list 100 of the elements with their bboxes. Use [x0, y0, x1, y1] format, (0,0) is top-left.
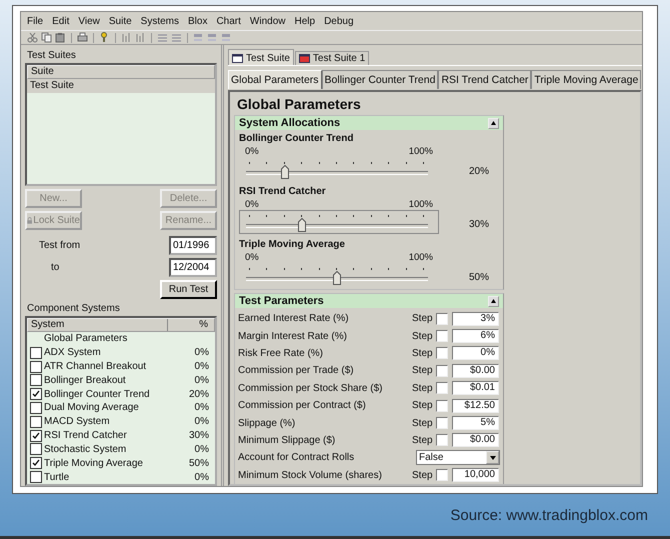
percent-value: 0% [194, 402, 210, 414]
system-name[interactable]: Bollinger Counter Trend [44, 388, 179, 400]
step-checkbox[interactable] [436, 364, 448, 377]
slider-thumb[interactable] [333, 271, 341, 285]
value-field[interactable]: 10,000 [452, 468, 499, 482]
checkbox[interactable] [30, 430, 42, 442]
date-field[interactable]: 12/2004 [169, 258, 217, 277]
system-name[interactable]: ADX System [44, 347, 179, 358]
lines-icon[interactable] [157, 32, 168, 43]
step-checkbox[interactable] [436, 434, 448, 446]
parameter-tab[interactable]: Global Parameters [228, 70, 322, 89]
collapse-button[interactable] [488, 118, 499, 128]
step-checkbox[interactable] [436, 347, 448, 360]
system-name[interactable]: Bollinger Breakout [44, 374, 179, 386]
dropdown-arrow-icon [490, 456, 496, 460]
menu-item[interactable]: Blox [188, 16, 208, 26]
system-name[interactable]: MACD System [44, 416, 179, 428]
slider-value: 30% [468, 219, 490, 232]
slider-label: Bollinger Counter Trend [239, 133, 354, 144]
value-field[interactable]: 6% [452, 329, 499, 344]
run-test-button[interactable]: Run Test [160, 280, 217, 299]
menu-item[interactable]: View [78, 16, 100, 26]
step-checkbox[interactable] [436, 469, 448, 482]
column-header[interactable]: % [168, 319, 214, 331]
step-checkbox[interactable] [436, 400, 448, 412]
page-title: Global Parameters [236, 96, 362, 112]
list-item[interactable]: Global Parameters [30, 333, 215, 344]
step-checkbox[interactable] [436, 417, 448, 430]
value-field[interactable]: $0.01 [452, 381, 499, 396]
document-tab[interactable]: Test Suite 1 [294, 51, 370, 65]
menu-item[interactable]: Chart [216, 16, 241, 26]
lines-icon[interactable] [171, 32, 182, 43]
checkbox[interactable] [30, 388, 42, 400]
slider[interactable] [239, 210, 439, 234]
value-field[interactable]: $12.50 [452, 398, 499, 413]
collapse-button[interactable] [488, 296, 499, 306]
document-tab[interactable]: Test Suite [228, 49, 294, 65]
list-item[interactable]: Test Suite [27, 79, 215, 93]
system-name[interactable]: RSI Trend Catcher [44, 430, 179, 442]
date-field[interactable]: 01/1996 [169, 236, 217, 255]
checkbox[interactable] [30, 416, 42, 428]
menu-item[interactable]: Edit [52, 16, 70, 26]
menu-item[interactable]: Window [250, 16, 286, 26]
slider-value: 20% [468, 166, 490, 179]
bars-icon[interactable] [121, 32, 132, 43]
menu-item[interactable]: Debug [324, 16, 354, 26]
checkbox[interactable] [30, 443, 42, 456]
dropdown[interactable]: False [416, 450, 500, 466]
parameter-tab[interactable]: Triple Moving Average [531, 70, 642, 89]
menu-item[interactable]: Help [294, 16, 316, 26]
menu-item[interactable]: Suite [108, 16, 132, 26]
system-name[interactable]: Turtle [44, 472, 179, 483]
step-label: Step [412, 434, 434, 446]
checkbox[interactable] [30, 346, 42, 359]
checkbox[interactable] [30, 360, 42, 373]
column-header[interactable]: Suite [27, 65, 215, 79]
slider-thumb[interactable] [280, 165, 289, 179]
step-checkbox[interactable] [436, 312, 448, 325]
system-name[interactable]: Triple Moving Average [44, 458, 179, 469]
bars-icon[interactable] [135, 32, 146, 43]
checkbox[interactable] [30, 457, 42, 470]
value-field[interactable]: $0.00 [452, 433, 499, 448]
value-field[interactable]: $0.00 [452, 364, 499, 378]
step-checkbox[interactable] [436, 330, 448, 342]
parameter-label: Margin Interest Rate (%) [238, 330, 348, 342]
percent-value: 0% [194, 347, 210, 358]
parameter-label: Commission per Stock Share ($) [238, 382, 384, 394]
window-icon [232, 54, 243, 63]
field-label: Test from [39, 240, 80, 251]
step-label: Step [412, 470, 434, 481]
step-label: Step [412, 313, 434, 324]
parameter-label: Slippage (%) [238, 418, 296, 429]
checkbox[interactable] [30, 402, 42, 414]
value-field[interactable]: 5% [452, 416, 499, 430]
slider-label: RSI Trend Catcher [239, 186, 327, 197]
scale-label: 100% [408, 252, 433, 263]
parameter-tab[interactable]: Bollinger Counter Trend [322, 70, 438, 89]
cut-icon[interactable] [27, 32, 38, 43]
percent-value: 50% [188, 458, 210, 469]
system-name[interactable]: Stochastic System [44, 444, 179, 455]
system-name[interactable]: ATR Channel Breakout [44, 361, 179, 372]
menu-item[interactable]: Systems [140, 16, 179, 26]
column-header[interactable]: System [28, 319, 168, 331]
paste-icon[interactable] [55, 32, 66, 43]
panel-label: Component Systems [26, 302, 121, 316]
value-field[interactable]: 3% [452, 312, 499, 326]
checkbox[interactable] [30, 374, 42, 386]
window-icon [298, 54, 310, 63]
step-checkbox[interactable] [436, 382, 448, 394]
checkbox[interactable] [30, 471, 42, 484]
printer-icon[interactable] [77, 32, 88, 43]
value-field[interactable]: 0% [452, 346, 499, 360]
slider-thumb[interactable] [298, 218, 306, 232]
step-label: Step [412, 348, 434, 359]
section-title: Test Parameters [239, 295, 324, 307]
system-name[interactable]: Dual Moving Average [44, 402, 179, 414]
menu-item[interactable]: File [27, 16, 44, 26]
panel-label: Test Suites [26, 49, 77, 63]
parameter-tab[interactable]: RSI Trend Catcher [438, 70, 532, 89]
copy-icon[interactable] [41, 32, 52, 43]
